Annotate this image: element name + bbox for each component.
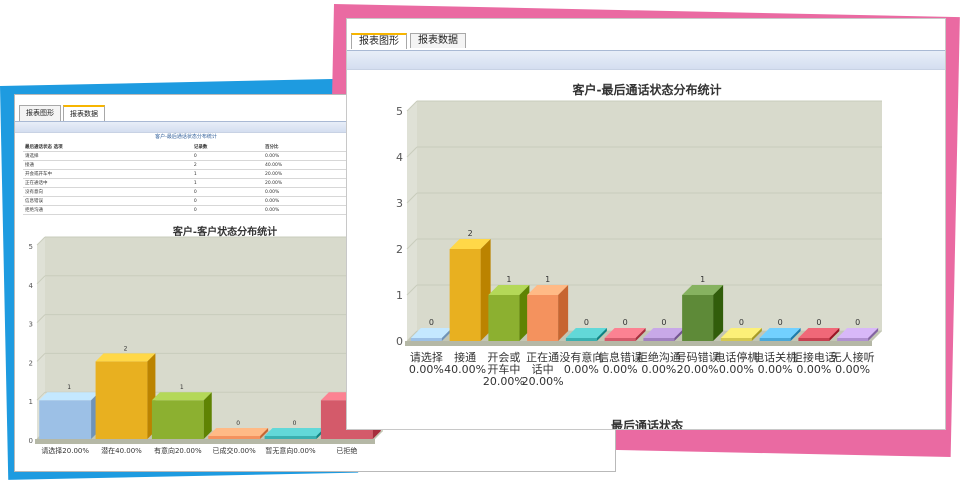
y-tick-label: 5 — [396, 105, 403, 118]
bar-front — [837, 338, 869, 341]
x-tick-label: 0.00% — [796, 363, 831, 376]
bar — [208, 428, 269, 439]
x-tick-label: 20.00% — [677, 363, 719, 376]
x-tick-label: 0.00% — [564, 363, 599, 376]
bar-front — [720, 338, 752, 341]
y-tick-label: 3 — [396, 197, 403, 210]
y-tick-label: 0 — [29, 437, 33, 445]
bar-top — [95, 353, 156, 362]
data-label: 0 — [429, 318, 434, 327]
data-label: 0 — [584, 318, 589, 327]
bar — [151, 392, 212, 439]
x-tick-label: 0.00% — [835, 363, 870, 376]
bar-front — [39, 400, 92, 439]
x-tick-label: 潜在40.00% — [101, 446, 142, 455]
right-bar-chart: 0123450请选择0.00%2接通40.00%1开会或开车中20.00%1正在… — [396, 100, 882, 388]
x-tick-label: 40.00% — [444, 363, 486, 376]
bar-front — [449, 249, 481, 341]
x-tick-label: 开车中 — [487, 362, 520, 376]
bar-front — [682, 295, 714, 341]
data-label: 0 — [236, 420, 240, 427]
x-tick-label: 0.00% — [719, 363, 754, 376]
bar-front — [95, 361, 148, 439]
bar-front — [759, 338, 791, 341]
y-tick-label: 0 — [396, 335, 403, 348]
bar-front — [410, 338, 442, 341]
bar — [449, 239, 491, 341]
x-tick-label: 没有意向 — [559, 350, 603, 364]
x-tick-label: 拒绝沟通 — [637, 350, 681, 364]
data-label: 1 — [700, 275, 705, 284]
x-tick-label: 0.00% — [758, 363, 793, 376]
right-report-panel: 报表图形 报表数据 客户-最后通话状态分布统计 0 1 2 3 4 5 0 请选择 0.00% 2… — [346, 18, 946, 430]
data-label: 1 — [506, 275, 511, 284]
bar-front — [264, 436, 317, 439]
y-tick-label: 3 — [29, 321, 33, 329]
data-label: 0 — [816, 318, 821, 327]
y-tick-label: 4 — [396, 151, 403, 164]
x-tick-label: 0.00% — [641, 363, 676, 376]
y-tick-label: 4 — [29, 282, 34, 290]
bar-top — [208, 428, 269, 436]
x-tick-label: 0.00% — [409, 363, 444, 376]
x-tick-label: 有意向20.00% — [154, 446, 202, 455]
data-label: 0 — [855, 318, 860, 327]
bar-front — [643, 338, 675, 341]
x-tick-label: 暂无意向0.00% — [265, 446, 316, 455]
bar — [527, 285, 569, 341]
y-tick-label: 5 — [29, 243, 33, 251]
data-label: 0 — [778, 318, 783, 327]
plot-base — [405, 341, 872, 346]
x-tick-label: 号码错误 — [676, 350, 720, 364]
x-tick-label: 0.00% — [603, 363, 638, 376]
y-tick-label: 2 — [29, 359, 33, 367]
x-tick-label: 电话关机 — [753, 350, 797, 364]
bar-front — [488, 295, 520, 341]
data-label: 1 — [67, 384, 71, 391]
bar-side — [203, 392, 212, 439]
bar-front — [565, 338, 597, 341]
bar — [95, 353, 156, 439]
data-label: 0 — [661, 318, 666, 327]
x-tick-label: 电话停机 — [714, 350, 758, 364]
bar-front — [151, 400, 204, 439]
data-label: 1 — [545, 275, 550, 284]
bar-front — [604, 338, 636, 341]
data-label: 0 — [739, 318, 744, 327]
x-tick-label: 已拒绝 — [336, 446, 357, 455]
bar-front — [798, 338, 830, 341]
bar-top — [39, 392, 100, 401]
data-label: 2 — [124, 345, 128, 352]
data-label: 0 — [293, 420, 297, 427]
bar-top — [151, 392, 212, 401]
x-tick-label: 20.00% — [522, 375, 564, 388]
y-tick-label: 2 — [396, 243, 403, 256]
y-tick-label: 1 — [396, 289, 403, 302]
bar-top — [264, 428, 325, 436]
plot-base — [35, 439, 375, 444]
bar — [682, 285, 724, 341]
data-label: 0 — [623, 318, 628, 327]
x-tick-label: 信息错误 — [598, 350, 642, 364]
x-tick-label: 已成交0.00% — [213, 446, 257, 455]
bar — [488, 285, 530, 341]
data-label: 2 — [468, 229, 473, 238]
right-x-axis-title: 最后通话状态 — [611, 419, 684, 430]
bar — [264, 428, 325, 439]
bar — [39, 392, 100, 439]
bar-front — [208, 436, 261, 439]
bar-front — [527, 295, 559, 341]
y-tick-label: 1 — [29, 398, 33, 406]
data-label: 1 — [180, 384, 184, 391]
x-tick-label: 请选择 — [410, 350, 443, 364]
x-tick-label: 20.00% — [483, 375, 525, 388]
x-tick-label: 请选择20.00% — [41, 446, 89, 455]
